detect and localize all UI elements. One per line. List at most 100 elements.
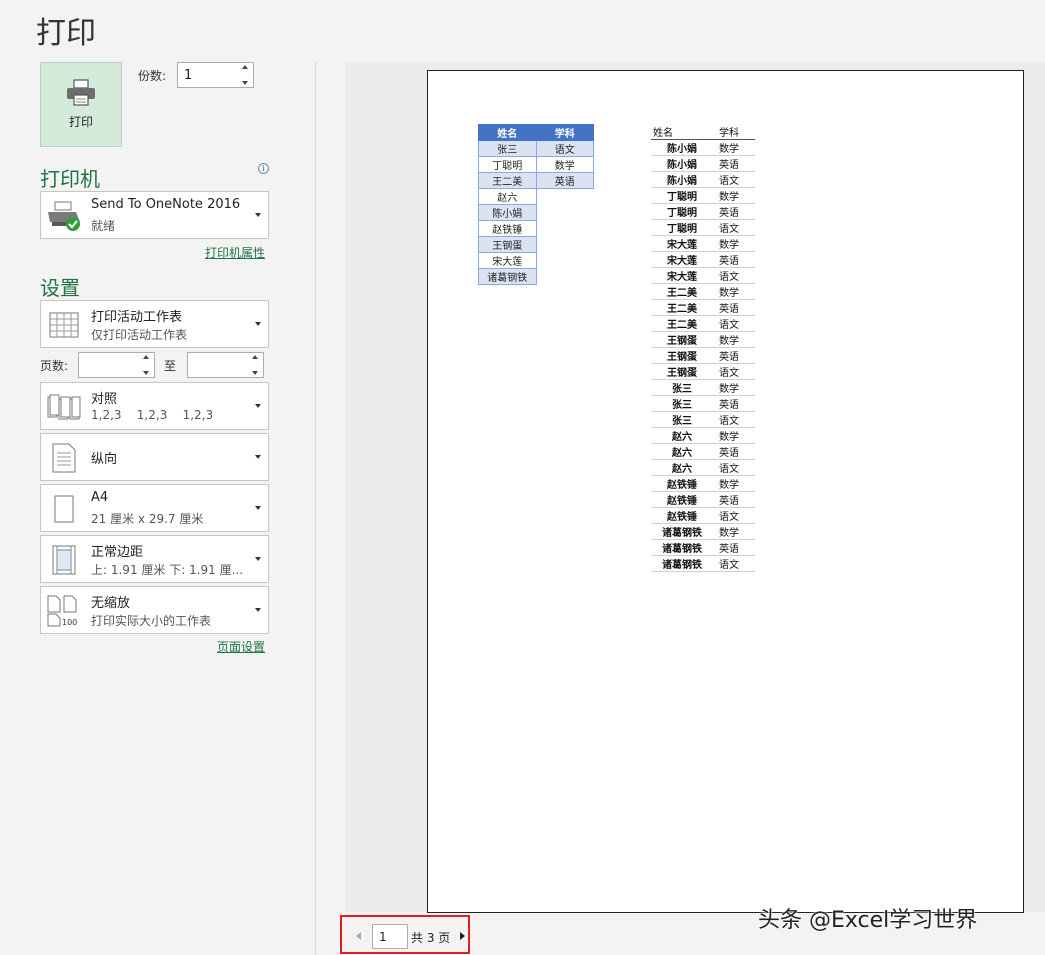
table-row: 陈小娟 [478, 204, 594, 221]
table-cell: 数学 [713, 235, 755, 252]
table-cell: 数学 [713, 331, 755, 348]
panel-divider [315, 62, 316, 955]
pages-from-arrows[interactable] [140, 355, 152, 375]
scaling-select[interactable]: 100 无缩放 打印实际大小的工作表 [40, 586, 269, 634]
orientation-select[interactable]: 纵向 [40, 433, 269, 481]
print-preview-page: 姓名 学科 张三 语文 丁聪明 数学 王二美 英语 赵六 陈小娟 赵铁锤 王钢蛋 宋大莲 诸葛钢铁 姓名… [427, 70, 1024, 913]
table-cell: 英语 [713, 395, 755, 412]
table-cell: 英语 [713, 491, 755, 508]
table-cell: 数学 [535, 156, 594, 173]
table-cell: 宋大莲 [478, 252, 537, 269]
margins-title: 正常边距 [91, 545, 144, 560]
printer-properties-link[interactable]: 打印机属性 [205, 244, 265, 261]
table-header-cell: 姓名 [478, 124, 537, 141]
settings-heading: 设置 [40, 276, 80, 300]
chevron-up-icon[interactable] [242, 65, 248, 69]
page-navigator: 1 共 3 页 [340, 915, 470, 954]
print-backstage: 打印 打印 份数: 打印机 i Send To [0, 0, 1045, 955]
print-what-select[interactable]: 打印活动工作表 仅打印活动工作表 [40, 300, 269, 348]
table-cell: 赵六 [478, 188, 537, 205]
table-cell: 王二美 [651, 283, 713, 300]
table-cell: 诸葛钢铁 [651, 555, 713, 572]
copies-stepper-arrows[interactable] [239, 65, 251, 85]
pages-to-input[interactable] [188, 353, 247, 377]
collate-pages-icon [45, 389, 83, 425]
chevron-down-icon [255, 404, 261, 408]
table-cell: 宋大莲 [651, 235, 713, 252]
table-row: 丁聪明 语文 [651, 219, 755, 236]
table-cell: 语文 [535, 140, 594, 157]
table-row: 王钢蛋 语文 [651, 363, 755, 380]
chevron-down-icon [255, 322, 261, 326]
chevron-down-icon [255, 213, 261, 217]
table-row: 赵六 [478, 188, 594, 205]
table-cell: 语文 [713, 219, 755, 236]
table-row: 赵铁锤 数学 [651, 475, 755, 492]
copies-stepper[interactable] [177, 62, 254, 88]
preview-table-1: 姓名 学科 张三 语文 丁聪明 数学 王二美 英语 赵六 陈小娟 赵铁锤 王钢蛋 宋大莲 诸葛钢铁 [478, 124, 594, 285]
table-cell: 诸葛钢铁 [478, 268, 537, 285]
table-cell: 丁聪明 [651, 219, 713, 236]
margins-icon [45, 542, 83, 578]
table-header-cell: 姓名 [651, 124, 713, 140]
margins-subtitle: 上: 1.91 厘米 下: 1.91 厘... [91, 563, 244, 577]
table-cell: 王二美 [651, 299, 713, 316]
table-cell: 宋大莲 [651, 267, 713, 284]
info-icon[interactable]: i [258, 163, 269, 174]
table-row: 张三 数学 [651, 379, 755, 396]
collate-select[interactable]: 对照 1,2,3 1,2,3 1,2,3 [40, 382, 269, 430]
table-cell: 赵铁锤 [478, 220, 537, 237]
table-cell: 王钢蛋 [651, 363, 713, 380]
table-row: 赵六 英语 [651, 443, 755, 460]
table-row: 张三 语文 [651, 411, 755, 428]
table-cell: 王钢蛋 [651, 347, 713, 364]
pages-from-input[interactable] [79, 353, 138, 377]
chevron-down-icon[interactable] [143, 371, 149, 375]
worksheet-grid-icon [45, 307, 83, 343]
table-cell: 宋大莲 [651, 251, 713, 268]
pages-from-stepper[interactable] [78, 352, 155, 378]
chevron-up-icon[interactable] [252, 355, 258, 359]
chevron-down-icon[interactable] [252, 371, 258, 375]
table-cell: 数学 [713, 283, 755, 300]
no-scaling-icon: 100 [45, 593, 83, 629]
chevron-down-icon [255, 608, 261, 612]
printer-icon [67, 79, 95, 106]
page-setup-link[interactable]: 页面设置 [217, 638, 265, 655]
current-page-input[interactable]: 1 [372, 924, 408, 949]
printer-select[interactable]: Send To OneNote 2016 就绪 [40, 191, 269, 239]
pages-to-stepper[interactable] [187, 352, 264, 378]
table-row: 张三 英语 [651, 395, 755, 412]
table-cell [536, 205, 594, 221]
margins-select[interactable]: 正常边距 上: 1.91 厘米 下: 1.91 厘... [40, 535, 269, 583]
table-cell: 数学 [713, 379, 755, 396]
table-cell [536, 253, 594, 269]
paper-size-select[interactable]: A4 21 厘米 x 29.7 厘米 [40, 484, 269, 532]
previous-page-icon[interactable] [356, 932, 361, 940]
printer-status: 就绪 [91, 219, 116, 233]
print-what-title: 打印活动工作表 [91, 310, 183, 325]
pages-to-arrows[interactable] [249, 355, 261, 375]
table-header-cell: 学科 [535, 124, 594, 141]
table-cell: 陈小娟 [651, 155, 713, 172]
table-cell: 张三 [651, 379, 713, 396]
scaling-title: 无缩放 [91, 596, 131, 611]
chevron-down-icon[interactable] [242, 81, 248, 85]
print-button-label: 打印 [68, 115, 93, 129]
table-row: 宋大莲 语文 [651, 267, 755, 284]
table-cell: 赵铁锤 [651, 475, 713, 492]
table-cell: 王二美 [651, 315, 713, 332]
print-button[interactable]: 打印 [40, 62, 122, 147]
table-cell: 语文 [713, 555, 755, 572]
table-row: 赵六 语文 [651, 459, 755, 476]
chevron-down-icon [255, 506, 261, 510]
table-row: 王钢蛋 [478, 236, 594, 253]
table-row: 张三 语文 [478, 140, 594, 157]
table-cell: 数学 [713, 427, 755, 444]
table-cell: 陈小娟 [478, 204, 537, 221]
table-cell: 数学 [713, 187, 755, 204]
chevron-up-icon[interactable] [143, 355, 149, 359]
table-cell: 张三 [651, 395, 713, 412]
copies-input[interactable] [178, 63, 237, 87]
next-page-icon[interactable] [460, 932, 465, 940]
